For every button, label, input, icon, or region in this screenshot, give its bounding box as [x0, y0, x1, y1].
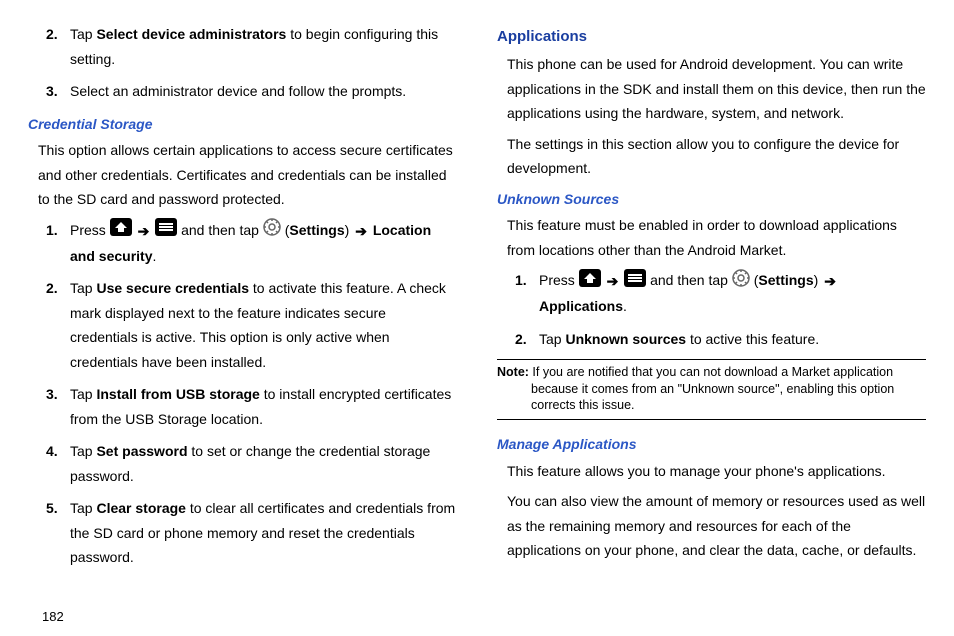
- list-item: 1. Press ➔ and then tap (Settings) ➔ Loc…: [46, 218, 457, 269]
- left-column: 2. Tap Select device administrators to b…: [28, 20, 457, 626]
- list-item: 3. Select an administrator device and fo…: [46, 79, 457, 104]
- settings-icon: [263, 218, 281, 244]
- list-item: 2. Tap Select device administrators to b…: [46, 22, 457, 71]
- list-body: Tap Clear storage to clear all certifica…: [70, 496, 457, 570]
- list-number: 3.: [46, 79, 70, 104]
- paragraph: The settings in this section allow you t…: [507, 132, 926, 181]
- document-page: 2. Tap Select device administrators to b…: [0, 0, 954, 636]
- menu-icon: [155, 218, 177, 244]
- list-item: 4. Tap Set password to set or change the…: [46, 439, 457, 488]
- list-number: 1.: [46, 218, 70, 269]
- arrow-icon: ➔: [824, 269, 836, 294]
- home-icon: [579, 269, 601, 295]
- list-number: 5.: [46, 496, 70, 570]
- arrow-icon: ➔: [607, 269, 619, 294]
- note-box: Note: If you are notified that you can n…: [497, 359, 926, 420]
- heading-applications: Applications: [497, 24, 926, 50]
- list-item: 3. Tap Install from USB storage to insta…: [46, 382, 457, 431]
- page-number: 182: [42, 609, 64, 624]
- paragraph: This option allows certain applications …: [38, 138, 457, 212]
- list-number: 2.: [46, 22, 70, 71]
- subheading-manage-applications: Manage Applications: [497, 432, 926, 457]
- list-body: Select an administrator device and follo…: [70, 79, 457, 104]
- home-icon: [110, 218, 132, 244]
- subheading-unknown-sources: Unknown Sources: [497, 187, 926, 212]
- list-body: Tap Unknown sources to active this featu…: [539, 327, 926, 352]
- note-label: Note:: [497, 365, 529, 379]
- list-body: Press ➔ and then tap (Settings) ➔ Locati…: [70, 218, 457, 269]
- list-number: 2.: [515, 327, 539, 352]
- list-body: Tap Set password to set or change the cr…: [70, 439, 457, 488]
- menu-icon: [624, 269, 646, 295]
- list-item: 2. Tap Use secure credentials to activat…: [46, 276, 457, 374]
- list-body: Tap Use secure credentials to activate t…: [70, 276, 457, 374]
- list-item: 5. Tap Clear storage to clear all certif…: [46, 496, 457, 570]
- paragraph: This phone can be used for Android devel…: [507, 52, 926, 126]
- credential-steps-list: 1. Press ➔ and then tap (Settings) ➔ Loc…: [28, 218, 457, 570]
- admin-steps-list: 2. Tap Select device administrators to b…: [28, 22, 457, 104]
- list-item: 1. Press ➔ and then tap (Settings) ➔ App…: [515, 268, 926, 319]
- right-column: Applications This phone can be used for …: [497, 20, 926, 626]
- list-number: 1.: [515, 268, 539, 319]
- list-item: 2. Tap Unknown sources to active this fe…: [515, 327, 926, 352]
- list-body: Tap Install from USB storage to install …: [70, 382, 457, 431]
- settings-icon: [732, 269, 750, 295]
- paragraph: You can also view the amount of memory o…: [507, 489, 926, 563]
- list-body: Press ➔ and then tap (Settings) ➔ Applic…: [539, 268, 926, 319]
- list-number: 2.: [46, 276, 70, 374]
- note-text: If you are notified that you can not dow…: [529, 365, 894, 412]
- unknown-steps-list: 1. Press ➔ and then tap (Settings) ➔ App…: [497, 268, 926, 351]
- subheading-credential-storage: Credential Storage: [28, 112, 457, 137]
- list-body: Tap Select device administrators to begi…: [70, 22, 457, 71]
- arrow-icon: ➔: [355, 219, 367, 244]
- paragraph: This feature must be enabled in order to…: [507, 213, 926, 262]
- arrow-icon: ➔: [138, 219, 150, 244]
- paragraph: This feature allows you to manage your p…: [507, 459, 926, 484]
- list-number: 3.: [46, 382, 70, 431]
- list-number: 4.: [46, 439, 70, 488]
